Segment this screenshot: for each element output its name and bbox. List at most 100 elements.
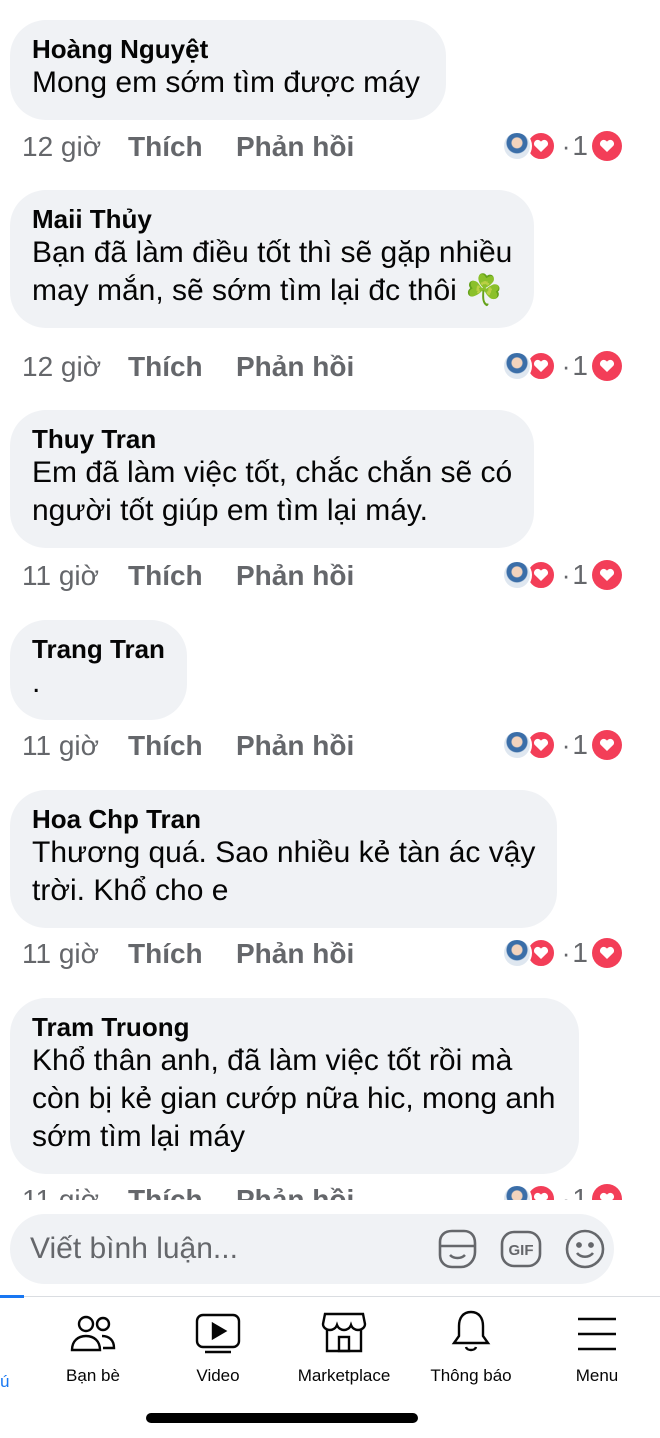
- comment-meta: 11 giờ Thích Phản hồi · 1: [22, 556, 642, 596]
- reaction-count: 1: [572, 350, 588, 381]
- tab-label: Video: [196, 1366, 240, 1385]
- comment-bubble[interactable]: Tram Truong Khổ thân anh, đã làm việc tố…: [10, 998, 580, 1174]
- menu-icon: [575, 1300, 619, 1360]
- reaction-summary[interactable]: · 1: [501, 937, 622, 969]
- comment-author[interactable]: Hoàng Nguyệt: [32, 34, 420, 64]
- home-indicator[interactable]: [146, 1413, 418, 1423]
- comment-text: Khổ thân anh, đã làm việc tốt rồi mà còn…: [32, 1044, 556, 1153]
- tab-friends[interactable]: Bạn bè: [38, 1300, 148, 1400]
- reply-button[interactable]: Phản hồi: [236, 131, 354, 163]
- comment-input[interactable]: [30, 1232, 416, 1266]
- reactor-avatar: [501, 351, 532, 381]
- heart-icon: [592, 351, 622, 381]
- like-button[interactable]: Thích: [128, 131, 236, 163]
- separator: ·: [561, 1183, 571, 1201]
- reaction-count: 1: [572, 1183, 588, 1200]
- tab-label: Bạn bè: [66, 1366, 120, 1385]
- comment-meta: 11 giờ Thích Phản hồi · 1: [22, 934, 642, 974]
- heart-icon: [592, 131, 622, 161]
- tab-label: Thông báo: [430, 1366, 512, 1385]
- tabbar-divider: [0, 1296, 660, 1297]
- active-tab-indicator: [0, 1295, 24, 1298]
- comment-bubble[interactable]: Thuy Tran Em đã làm việc tốt, chắc chắn …: [10, 410, 535, 548]
- heart-icon: [592, 938, 622, 968]
- separator: ·: [561, 350, 571, 381]
- emoji-icon[interactable]: [562, 1226, 608, 1272]
- comment-author[interactable]: Hoa Chp Tran: [32, 804, 535, 834]
- reply-button[interactable]: Phản hồi: [236, 730, 354, 762]
- comment-bubble[interactable]: Maii Thủy Bạn đã làm điều tốt thì sẽ gặp…: [10, 190, 535, 328]
- friends-icon: [69, 1300, 117, 1360]
- reactor-avatar: [501, 1184, 532, 1200]
- comment-bubble[interactable]: Trang Tran .: [10, 620, 187, 720]
- reaction-summary[interactable]: · 1: [501, 559, 622, 591]
- comment: Trang Tran .: [10, 620, 187, 720]
- sticker-icon[interactable]: [434, 1226, 480, 1272]
- comment-time[interactable]: 11 giờ: [22, 560, 128, 592]
- comment-feed[interactable]: Hoàng Nguyệt Mong em sớm tìm được máy 12…: [0, 0, 660, 1200]
- like-button[interactable]: Thích: [128, 351, 236, 383]
- tab-notifications[interactable]: Thông báo: [416, 1300, 526, 1400]
- reaction-summary[interactable]: · 1: [501, 1183, 622, 1201]
- comment: Hoa Chp Tran Thương quá. Sao nhiều kẻ tà…: [10, 790, 558, 928]
- tab-video[interactable]: Video: [163, 1300, 273, 1400]
- gif-label: GIF: [509, 1242, 534, 1259]
- bell-icon: [450, 1300, 492, 1360]
- video-icon: [195, 1300, 241, 1360]
- separator: ·: [561, 559, 571, 590]
- reply-button[interactable]: Phản hồi: [236, 1184, 354, 1200]
- reply-button[interactable]: Phản hồi: [236, 560, 354, 592]
- comment-time[interactable]: 12 giờ: [22, 351, 128, 383]
- reaction-summary[interactable]: · 1: [501, 729, 622, 761]
- comment-time[interactable]: 11 giờ: [22, 938, 128, 970]
- comment-author[interactable]: Maii Thủy: [32, 204, 512, 234]
- heart-icon: [592, 560, 622, 590]
- heart-icon: [592, 730, 622, 760]
- comment-author[interactable]: Thuy Tran: [32, 424, 512, 454]
- reaction-summary[interactable]: · 1: [501, 130, 622, 162]
- reply-button[interactable]: Phản hồi: [236, 351, 354, 383]
- reaction-count: 1: [572, 130, 588, 161]
- shamrock-emoji: ☘️: [465, 274, 503, 307]
- comment-text: .: [32, 666, 41, 699]
- comment-text: Mong em sớm tìm được máy: [32, 66, 420, 99]
- reaction-count: 1: [572, 937, 588, 968]
- like-button[interactable]: Thích: [128, 1184, 236, 1200]
- comment: Thuy Tran Em đã làm việc tốt, chắc chắn …: [10, 410, 535, 548]
- gif-icon[interactable]: GIF: [498, 1226, 544, 1272]
- comment-bubble[interactable]: Hoa Chp Tran Thương quá. Sao nhiều kẻ tà…: [10, 790, 558, 928]
- comment-meta: 12 giờ Thích Phản hồi · 1: [22, 347, 642, 387]
- tab-marketplace[interactable]: Marketplace: [289, 1300, 399, 1400]
- comment-time[interactable]: 11 giờ: [22, 730, 128, 762]
- comment-text: Em đã làm việc tốt, chắc chắn sẽ có ngườ…: [32, 456, 513, 527]
- comment-meta: 12 giờ Thích Phản hồi · 1: [22, 127, 642, 167]
- reactor-avatar: [501, 938, 532, 968]
- reactor-avatar: [501, 730, 532, 760]
- separator: ·: [561, 937, 571, 968]
- reaction-summary[interactable]: · 1: [501, 350, 622, 382]
- comment: Hoàng Nguyệt Mong em sớm tìm được máy: [10, 20, 446, 120]
- reactor-avatar: [501, 131, 532, 161]
- reply-button[interactable]: Phản hồi: [236, 938, 354, 970]
- comment-author[interactable]: Trang Tran: [32, 634, 165, 664]
- bottom-tab-bar: Bạn bè Video Marketplace Thông báo Menu: [0, 1300, 660, 1400]
- separator: ·: [561, 729, 571, 760]
- tab-label: Menu: [575, 1366, 619, 1385]
- comment-author[interactable]: Tram Truong: [32, 1012, 555, 1042]
- like-button[interactable]: Thích: [128, 730, 236, 762]
- comment-bubble[interactable]: Hoàng Nguyệt Mong em sớm tìm được máy: [10, 20, 446, 120]
- comment: Maii Thủy Bạn đã làm điều tốt thì sẽ gặp…: [10, 190, 535, 328]
- heart-icon: [592, 1184, 622, 1200]
- reaction-count: 1: [572, 559, 588, 590]
- comment-text: Thương quá. Sao nhiều kẻ tàn ác vậy trời…: [32, 836, 536, 907]
- like-button[interactable]: Thích: [128, 938, 236, 970]
- marketplace-icon: [321, 1300, 367, 1360]
- tab-label: Marketplace: [297, 1366, 391, 1385]
- like-button[interactable]: Thích: [128, 560, 236, 592]
- reaction-count: 1: [572, 729, 588, 760]
- comment-meta: 11 giờ Thích Phản hồi · 1: [22, 726, 642, 766]
- comment-time[interactable]: 11 giờ: [22, 1184, 128, 1200]
- tab-menu[interactable]: Menu: [542, 1300, 652, 1400]
- comment-time[interactable]: 12 giờ: [22, 131, 128, 163]
- comment-text-body: Bạn đã làm điều tốt thì sẽ gặp nhiều may…: [32, 236, 513, 307]
